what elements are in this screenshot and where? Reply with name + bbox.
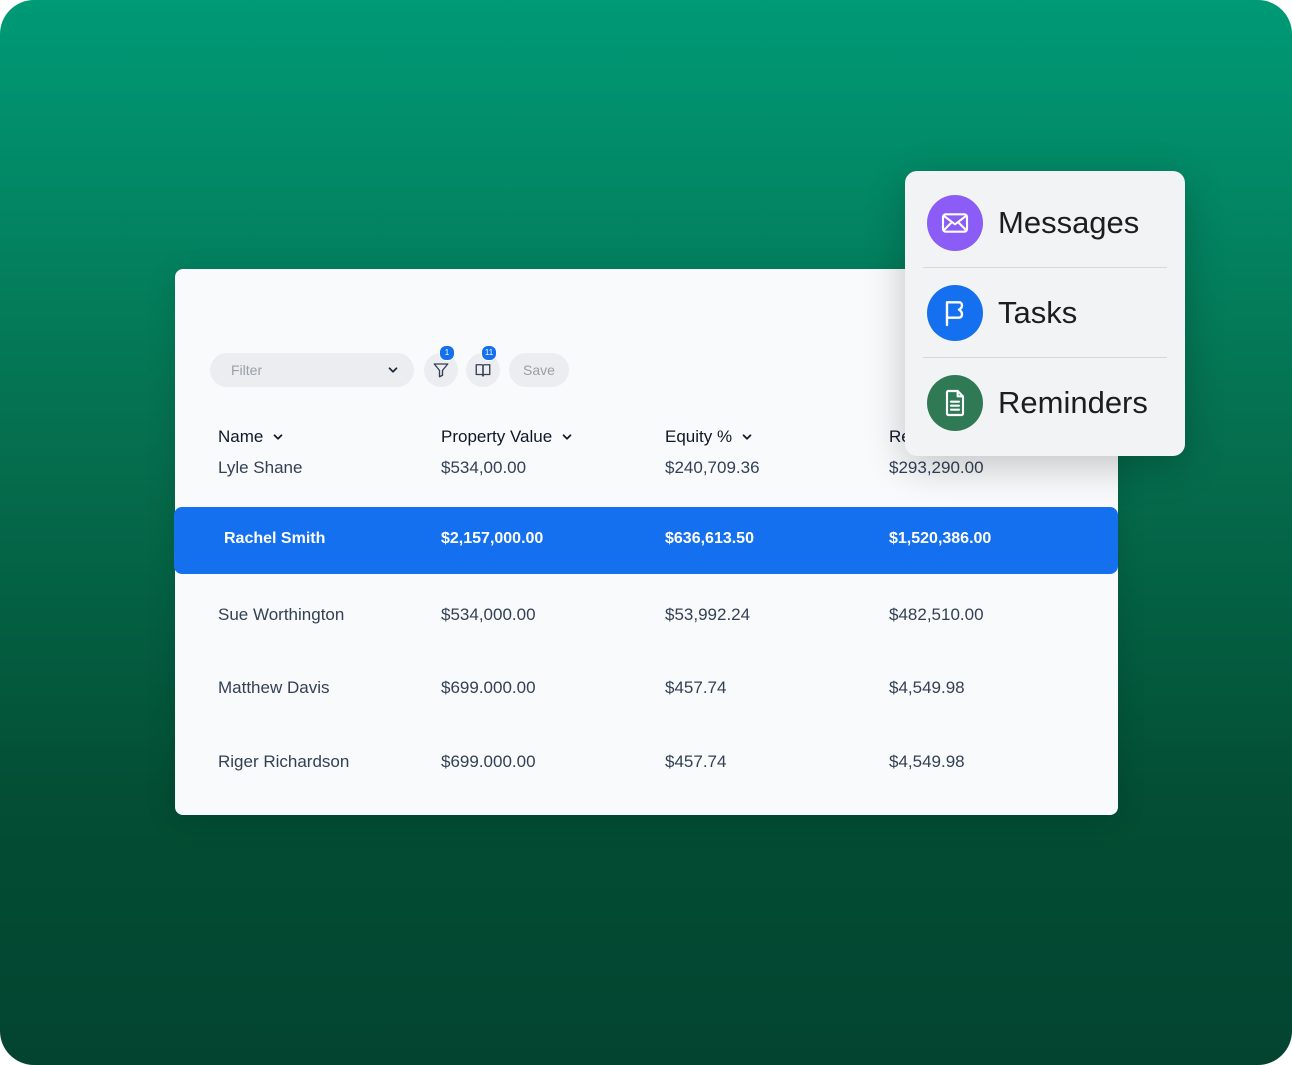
chevron-down-icon [388, 367, 398, 373]
cell-re: $482,510.00 [889, 605, 984, 624]
cell-name: Rachel Smith [224, 530, 326, 547]
column-header-name[interactable]: Name [218, 427, 285, 447]
column-header-property-value[interactable]: Property Value [441, 427, 574, 447]
chevron-down-icon [742, 434, 752, 440]
cell-equity: $457.74 [665, 752, 727, 771]
save-button[interactable]: Save [509, 353, 569, 387]
column-header-label: Name [218, 427, 264, 446]
columns-button[interactable]: 11 [466, 345, 500, 387]
table-row-selected[interactable]: Rachel Smith $2,157,000.00 $636,613.50 $… [174, 507, 1118, 574]
menu-item-label: Tasks [998, 295, 1078, 330]
cell-re: $1,520,386.00 [889, 530, 992, 547]
columns-count-badge: 11 [481, 345, 497, 361]
menu-divider [923, 357, 1167, 358]
menu-item-reminders[interactable]: Reminders [927, 373, 1148, 433]
cell-property-value: $699.000.00 [441, 752, 536, 771]
filter-button[interactable]: 1 [424, 345, 458, 387]
envelope-icon [927, 195, 983, 251]
column-header-label: Equity % [665, 427, 733, 446]
cell-equity: $636,613.50 [665, 530, 754, 547]
filter-count-badge: 1 [439, 345, 455, 361]
menu-item-label: Reminders [998, 385, 1148, 420]
cell-equity: $457.74 [665, 678, 727, 697]
cell-property-value: $2,157,000.00 [441, 530, 544, 547]
table-toolbar: Filter 1 11 Save [210, 345, 569, 387]
cell-name: Sue Worthington [218, 605, 345, 624]
cell-equity: $53,992.24 [665, 605, 751, 624]
cell-property-value: $699.000.00 [441, 678, 536, 697]
menu-item-tasks[interactable]: Tasks [927, 283, 1077, 343]
cell-name: Lyle Shane [218, 458, 303, 477]
chevron-down-icon [562, 434, 572, 440]
cell-equity: $240,709.36 [665, 458, 760, 477]
cell-re: $4,549.98 [889, 752, 965, 771]
quick-actions-menu: Messages Tasks Reminders [905, 171, 1185, 456]
cell-property-value: $534,00.00 [441, 458, 527, 477]
book-icon [475, 364, 491, 377]
chevron-down-icon [273, 434, 283, 440]
menu-item-label: Messages [998, 205, 1140, 240]
filter-dropdown[interactable]: Filter [210, 353, 414, 387]
background: Filter 1 11 Save Name Property Value Equ… [0, 0, 1292, 1065]
menu-divider [923, 267, 1167, 268]
flag-icon [927, 285, 983, 341]
cell-property-value: $534,000.00 [441, 605, 536, 624]
cell-name: Matthew Davis [218, 678, 330, 697]
cell-re: $4,549.98 [889, 678, 965, 697]
column-header-equity[interactable]: Equity % [665, 427, 754, 447]
column-header-label: Property Value [441, 427, 553, 446]
document-icon [927, 375, 983, 431]
menu-item-messages[interactable]: Messages [927, 193, 1139, 253]
cell-name: Riger Richardson [218, 752, 350, 771]
cell-re: $293,290.00 [889, 458, 984, 477]
filter-placeholder: Filter [231, 362, 263, 378]
funnel-icon [433, 363, 449, 378]
